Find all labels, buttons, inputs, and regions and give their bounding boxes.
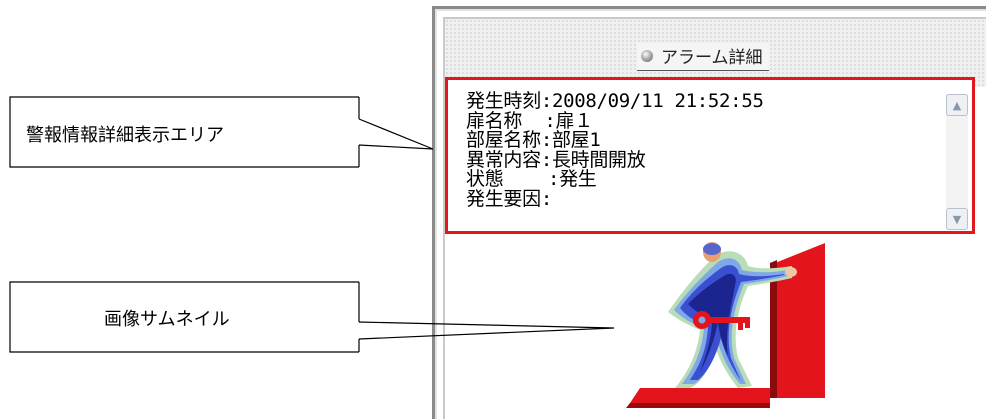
chevron-up-icon: ▲	[952, 98, 962, 112]
circle-bullet-icon	[641, 49, 653, 62]
callout-detail-area-label: 警報情報詳細表示エリア	[26, 125, 224, 146]
detail-scrollbar[interactable]: ▲ ▼	[946, 94, 968, 230]
chevron-down-icon: ▼	[952, 212, 962, 226]
scroll-down-button[interactable]: ▼	[946, 208, 968, 230]
door-shape	[775, 243, 825, 398]
panel-title-text: アラーム詳細	[661, 48, 763, 68]
detail-row-cause: 発生要因:	[466, 187, 552, 210]
callout-thumbnail-label: 画像サムネイル	[104, 309, 230, 330]
panel-title: アラーム詳細	[637, 43, 769, 71]
alarm-detail-lines: 発生時刻:2008/09/11 21:52:55 扉名称 :扉１ 部屋名称:部屋…	[466, 91, 764, 210]
scroll-up-button[interactable]: ▲	[946, 94, 968, 116]
image-thumbnail[interactable]	[620, 238, 830, 408]
